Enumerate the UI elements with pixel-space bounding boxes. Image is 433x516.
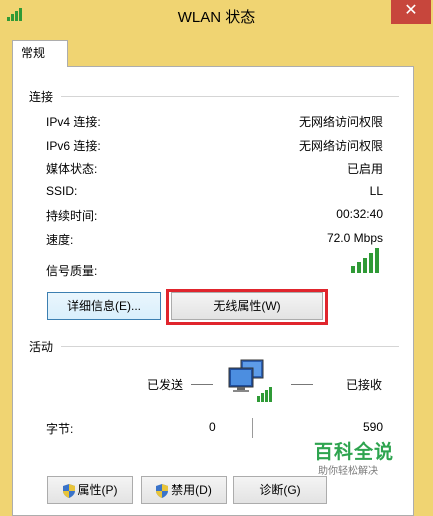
shield-icon <box>62 483 75 498</box>
bytes-divider <box>252 418 253 438</box>
received-dash <box>291 384 313 385</box>
duration-label: 持续时间: <box>46 209 98 223</box>
shield-icon <box>156 483 169 498</box>
sent-label: 已发送 <box>147 378 184 392</box>
window-title: WLAN 状态 <box>177 9 256 26</box>
close-button[interactable]: ✕ <box>391 0 431 24</box>
diagnose-button[interactable]: 诊断(G) <box>233 476 327 504</box>
section-divider <box>61 96 399 97</box>
signal-strength-icon <box>351 248 379 273</box>
ipv4-value: 无网络访问权限 <box>298 115 383 129</box>
sent-dash <box>191 384 213 385</box>
disable-button[interactable]: 禁用(D) <box>141 476 227 504</box>
section-divider <box>61 346 399 347</box>
speed-label: 速度: <box>46 233 74 247</box>
details-button[interactable]: 详细信息(E)... <box>47 292 161 320</box>
media-state-value: 已启用 <box>346 162 383 176</box>
section-title-activity: 活动 <box>29 340 54 354</box>
highlight-box <box>166 289 328 325</box>
network-computers-icon <box>228 359 272 402</box>
section-title-connection: 连接 <box>29 90 54 104</box>
ipv6-value: 无网络访问权限 <box>298 139 383 153</box>
ipv4-label: IPv4 连接: <box>46 115 101 129</box>
speed-value: 72.0 Mbps <box>326 231 383 245</box>
media-state-label: 媒体状态: <box>46 162 98 176</box>
properties-button[interactable]: 属性(P) <box>47 476 133 504</box>
tab-general[interactable]: 常规 <box>12 40 68 67</box>
ssid-value: LL <box>369 184 383 198</box>
bytes-received-value: 590 <box>363 420 384 434</box>
disable-button-label: 禁用(D) <box>171 483 212 497</box>
bytes-label: 字节: <box>46 422 74 436</box>
watermark-tagline: 助你轻松解决 <box>318 466 378 477</box>
signal-quality-label: 信号质量: <box>46 264 98 278</box>
properties-button-label: 属性(P) <box>77 483 118 497</box>
title-bar[interactable]: WLAN 状态 ✕ <box>0 0 433 34</box>
ipv6-label: IPv6 连接: <box>46 139 101 153</box>
bytes-sent-value: 0 <box>209 420 216 434</box>
ssid-label: SSID: <box>46 184 78 198</box>
received-label: 已接收 <box>346 378 383 392</box>
tab-strip: 常规 <box>8 40 418 67</box>
wlan-status-window: WLAN 状态 ✕ 常规 连接 IPv4 连接: 无网络访问权限 IPv6 连接… <box>0 0 433 516</box>
duration-value: 00:32:40 <box>336 207 383 221</box>
watermark-logo: 百科全说 <box>314 442 395 463</box>
